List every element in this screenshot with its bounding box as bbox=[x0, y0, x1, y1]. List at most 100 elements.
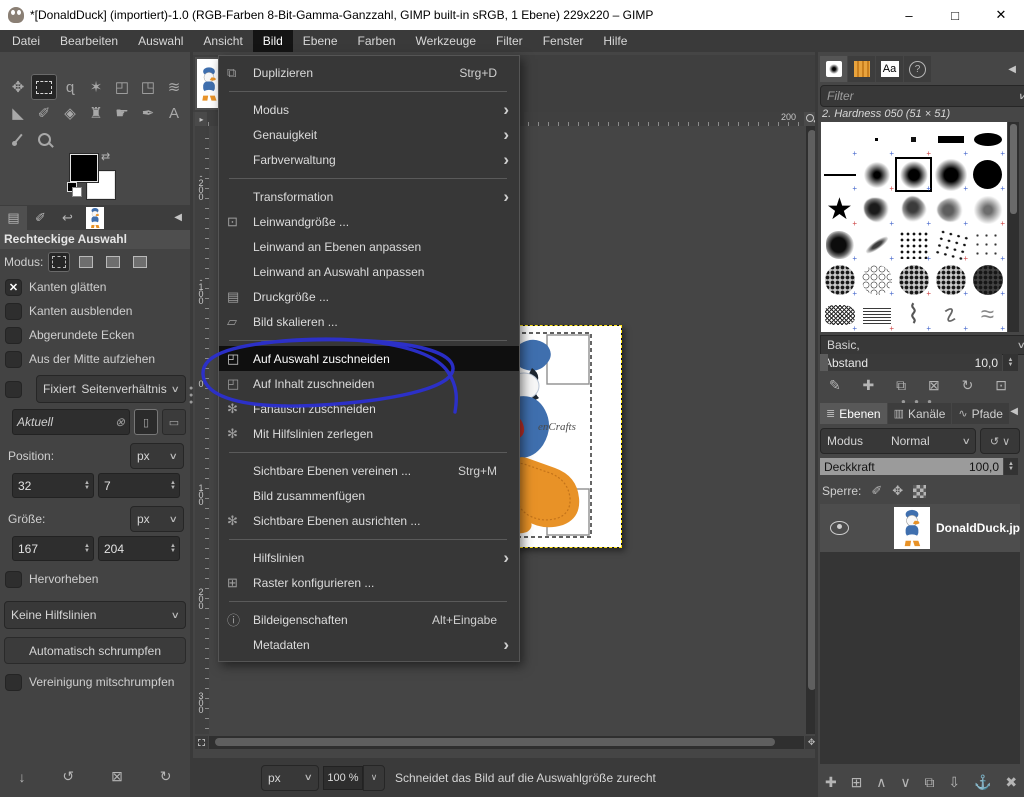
opacity-spinner[interactable]: ▲▼ bbox=[1004, 458, 1018, 475]
brush-item[interactable] bbox=[895, 297, 932, 332]
duplicate-brush-button[interactable]: ⧉ bbox=[890, 375, 912, 396]
menubar-item[interactable]: Ebene bbox=[293, 30, 348, 52]
spacing-spinner[interactable]: ▲▼ bbox=[1003, 354, 1018, 371]
menu-item[interactable]: ◰ Auf Inhalt zuschneiden bbox=[219, 371, 519, 396]
menu-item[interactable]: Modus › bbox=[219, 97, 519, 122]
menu-item[interactable]: Leinwand an Auswahl anpassen bbox=[219, 259, 519, 284]
clone-tool[interactable]: ♜ bbox=[83, 100, 109, 126]
position-x-input[interactable]: 32 ▲▼ bbox=[12, 473, 94, 498]
tab-brushes[interactable] bbox=[820, 56, 847, 82]
menu-item[interactable]: ⧉ Duplizieren Strg+D bbox=[219, 60, 519, 85]
brush-item[interactable] bbox=[895, 262, 932, 297]
spinner-arrows-icon[interactable]: ▲▼ bbox=[170, 481, 179, 491]
layer-row[interactable]: DonaldDuck.jp bbox=[820, 504, 1020, 552]
lock-pixels-icon[interactable]: ✐ bbox=[871, 483, 882, 499]
brush-item[interactable] bbox=[969, 262, 1006, 297]
merge-down-button[interactable]: ⇩ bbox=[942, 772, 966, 793]
smudge-tool[interactable]: ☛ bbox=[109, 100, 135, 126]
menu-item[interactable]: ✻ Sichtbare Ebenen ausrichten ... bbox=[219, 508, 519, 533]
menubar-item[interactable]: Datei bbox=[2, 30, 50, 52]
menubar-item[interactable]: Hilfe bbox=[593, 30, 637, 52]
menu-item[interactable]: Transformation › bbox=[219, 184, 519, 209]
menu-item[interactable]: ▤ Druckgröße ... bbox=[219, 284, 519, 309]
collapse-dock-icon[interactable]: ◀ bbox=[1008, 64, 1016, 75]
brush-item[interactable] bbox=[858, 262, 895, 297]
paths-tool[interactable]: ✒ bbox=[135, 100, 161, 126]
brush-item[interactable] bbox=[932, 192, 969, 227]
zoom-level-input[interactable]: 100 % bbox=[323, 766, 363, 790]
size-unit-dropdown[interactable]: px ∨ bbox=[130, 506, 184, 532]
menu-item[interactable]: Bild zusammenfügen bbox=[219, 483, 519, 508]
lock-alpha-icon[interactable] bbox=[913, 485, 926, 498]
swap-colors-icon[interactable]: ⇄ bbox=[101, 150, 110, 163]
highlight-row[interactable]: Hervorheben bbox=[0, 567, 190, 591]
menu-item[interactable]: ⊞ Raster konfigurieren ... bbox=[219, 570, 519, 595]
text-tool[interactable]: A bbox=[161, 100, 187, 126]
menu-item[interactable]: Genauigkeit › bbox=[219, 122, 519, 147]
brush-item[interactable] bbox=[932, 227, 969, 262]
brush-item[interactable] bbox=[969, 297, 1006, 332]
guides-dropdown[interactable]: Keine Hilfslinien ∨ bbox=[4, 601, 186, 629]
menubar-item[interactable]: Farben bbox=[348, 30, 406, 52]
brush-filter-input[interactable]: Filter ∨ bbox=[820, 85, 1024, 107]
brush-spacing-slider[interactable]: Abstand 10,0 bbox=[820, 354, 1002, 371]
spinner-arrows-icon[interactable]: ▲▼ bbox=[84, 544, 93, 554]
delete-layer-button[interactable]: ✖ bbox=[999, 772, 1023, 793]
menubar-item[interactable]: Bearbeiten bbox=[50, 30, 128, 52]
aspect-ratio-input[interactable]: Aktuell ⊗ bbox=[12, 409, 130, 435]
checkbox[interactable] bbox=[6, 328, 21, 343]
foreground-color-swatch[interactable] bbox=[70, 154, 98, 182]
menu-item[interactable] bbox=[219, 85, 519, 97]
shrink-merged-checkbox[interactable] bbox=[6, 675, 21, 690]
menu-item[interactable]: ◰ Auf Auswahl zuschneiden bbox=[219, 346, 519, 371]
new-layer-group-button[interactable]: ⊞ bbox=[845, 772, 869, 793]
refresh-brushes-button[interactable]: ↻ bbox=[956, 375, 980, 396]
position-y-input[interactable]: 7 ▲▼ bbox=[98, 473, 180, 498]
checkbox-row[interactable]: Aus der Mitte aufziehen bbox=[0, 347, 190, 371]
eraser-tool[interactable]: ◈ bbox=[57, 100, 83, 126]
menu-item[interactable]: Farbverwaltung › bbox=[219, 147, 519, 172]
menu-item[interactable]: Hilfslinien › bbox=[219, 545, 519, 570]
quick-mask-toggle[interactable] bbox=[195, 736, 208, 749]
crop-tool[interactable]: ◰ bbox=[109, 74, 135, 100]
layer-mode-dropdown[interactable]: Modus Normal ∨ bbox=[820, 428, 976, 454]
new-layer-button[interactable]: ✚ bbox=[819, 772, 843, 793]
menu-item[interactable]: Sichtbare Ebenen vereinen ... Strg+M bbox=[219, 458, 519, 483]
brush-item[interactable] bbox=[895, 122, 932, 157]
tab-pfade[interactable]: ∿ Pfade bbox=[952, 403, 1009, 424]
menubar-item[interactable]: Bild bbox=[253, 30, 293, 52]
menubar-item[interactable]: Filter bbox=[486, 30, 533, 52]
color-picker-tool[interactable] bbox=[5, 126, 31, 152]
brush-item[interactable] bbox=[969, 157, 1006, 192]
menu-item[interactable] bbox=[219, 446, 519, 458]
brush-item[interactable] bbox=[821, 262, 858, 297]
scrollbar-thumb[interactable] bbox=[1010, 124, 1017, 214]
tab-help[interactable]: ? bbox=[904, 56, 931, 82]
fixed-checkbox[interactable] bbox=[6, 382, 21, 397]
minimize-button[interactable]: – bbox=[886, 0, 932, 30]
paintbrush-tool[interactable]: ✐ bbox=[31, 100, 57, 126]
tab-device-status[interactable]: ✐ bbox=[27, 206, 54, 230]
layer-mode-reset-button[interactable]: ↺ ∨ bbox=[980, 428, 1020, 454]
anchor-layer-button[interactable]: ⚓ bbox=[968, 772, 997, 793]
menu-item[interactable] bbox=[219, 334, 519, 346]
tab-fonts[interactable]: Aa bbox=[876, 56, 903, 82]
brush-item[interactable] bbox=[932, 262, 969, 297]
checkbox[interactable] bbox=[6, 352, 21, 367]
maximize-button[interactable]: □ bbox=[932, 0, 978, 30]
delete-tool-preset-button[interactable]: ⊠ bbox=[105, 766, 129, 787]
menu-item[interactable]: ▱ Bild skalieren ... bbox=[219, 309, 519, 334]
mode-intersect-button[interactable] bbox=[129, 252, 151, 272]
brush-item[interactable] bbox=[969, 227, 1006, 262]
landscape-orientation-button[interactable]: ▭ bbox=[162, 409, 186, 435]
menubar-item[interactable]: Auswahl bbox=[128, 30, 193, 52]
brush-item[interactable] bbox=[821, 192, 858, 227]
lower-layer-button[interactable]: ∨ bbox=[894, 772, 916, 793]
mode-replace-button[interactable] bbox=[48, 252, 70, 272]
tab-patterns[interactable] bbox=[848, 56, 875, 82]
brush-item[interactable] bbox=[821, 122, 858, 157]
shrink-merged-row[interactable]: Vereinigung mitschrumpfen bbox=[0, 670, 190, 694]
brush-item[interactable] bbox=[969, 122, 1006, 157]
menubar-item[interactable]: Fenster bbox=[533, 30, 594, 52]
mode-add-button[interactable] bbox=[75, 252, 97, 272]
